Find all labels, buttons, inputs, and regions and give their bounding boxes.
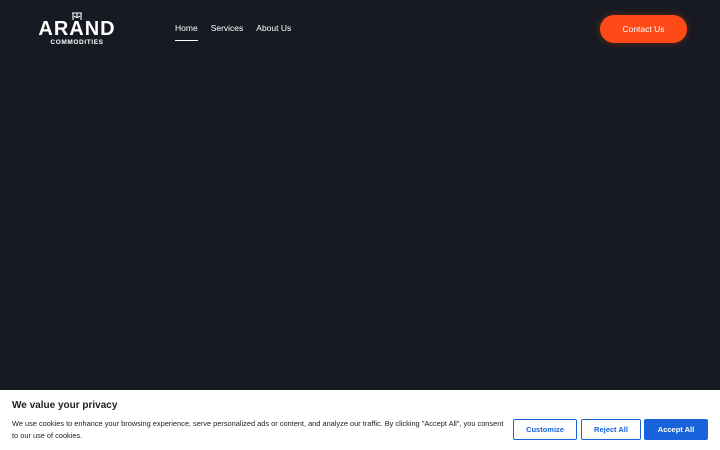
customize-button[interactable]: Customize [513,419,577,440]
cookie-banner-title: We value your privacy [12,400,118,411]
logo-subtitle: COMMODITIES [50,39,104,46]
nav-item-services[interactable]: Services [211,22,244,38]
nav-item-home[interactable]: Home [175,22,198,41]
page: ARAND COMMODITIES Home Services About Us… [0,0,720,450]
accept-all-button[interactable]: Accept All [644,419,708,440]
cookie-banner-text: We use cookies to enhance your browsing … [12,419,504,440]
brand-logo[interactable]: ARAND COMMODITIES [35,12,119,48]
site-header: ARAND COMMODITIES Home Services About Us… [0,0,720,58]
reject-all-button[interactable]: Reject All [581,419,641,440]
contact-us-button[interactable]: Contact Us [600,15,687,43]
logo-wordmark: ARAND [38,18,116,40]
main-nav: Home Services About Us [175,22,291,41]
cookie-consent-banner: We value your privacy We use cookies to … [0,390,720,450]
nav-item-about-us[interactable]: About Us [256,22,291,38]
